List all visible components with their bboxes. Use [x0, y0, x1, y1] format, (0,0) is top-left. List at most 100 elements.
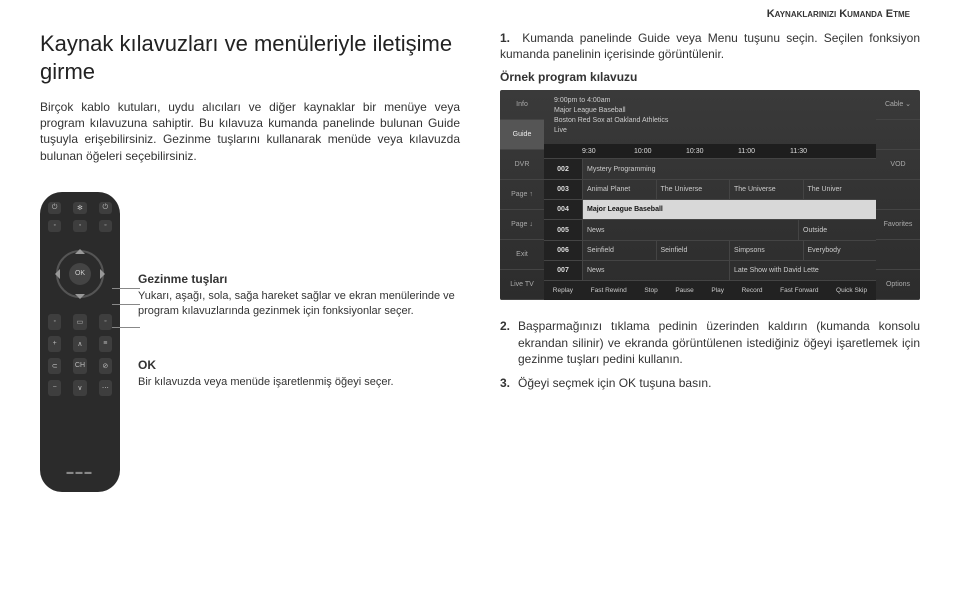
- guide-cell: Late Show with David Lette: [729, 261, 876, 280]
- remote-btn: ⊘: [99, 358, 112, 374]
- remote-top-btn: ⏻: [48, 202, 61, 214]
- guide-channel: 003: [544, 180, 582, 199]
- remote-top-btn: ⏻: [99, 202, 112, 214]
- guide-cell: The Universe: [729, 180, 803, 199]
- guide-cell: Outside: [798, 220, 876, 239]
- footer-btn: Pause: [675, 287, 693, 295]
- intro-paragraph: Birçok kablo kutuları, uydu alıcıları ve…: [40, 99, 460, 164]
- footer-btn: Stop: [644, 287, 657, 295]
- guide-time: 10:00: [634, 148, 686, 155]
- guide-menu-item: [876, 240, 920, 270]
- arrow-left-icon: [50, 269, 60, 279]
- remote-btn: ◦: [48, 220, 61, 232]
- remote-btn: ◦: [73, 220, 86, 232]
- step-2: 2. Başparmağınızı tıklama pedinin üzerin…: [500, 318, 920, 367]
- remote-btn: ⋯: [99, 380, 112, 396]
- guide-menu-item: Live TV: [500, 270, 544, 300]
- guide-info-panel: 9:00pm to 4:00am Major League Baseball B…: [544, 90, 876, 144]
- guide-main: 9:00pm to 4:00am Major League Baseball B…: [544, 90, 876, 300]
- step-1: 1. Kumanda panelinde Guide veya Menu tuş…: [500, 30, 920, 62]
- guide-menu-item: Exit: [500, 240, 544, 270]
- guide-menu-item: VOD: [876, 150, 920, 180]
- remote-btn: +: [48, 336, 61, 352]
- remote-illustration: ⏻ ✻ ⏻ ◦ ◦ ◦ OK ◦: [40, 192, 120, 492]
- guide-menu-item: Page ↑: [500, 180, 544, 210]
- guide-channel: 004: [544, 200, 582, 219]
- remote-btn: ◦: [48, 314, 61, 330]
- guide-row: 003 Animal Planet The Universe The Unive…: [544, 179, 876, 199]
- guide-cell: Simpsons: [729, 241, 803, 260]
- ok-callout-desc: Bir kılavuzda veya menüde işaretlenmiş ö…: [138, 375, 460, 390]
- remote-btn: ◦: [99, 220, 112, 232]
- step-text: Kumanda panelinde Guide veya Menu tuşunu…: [500, 31, 920, 61]
- section-header: Kaynaklarınızı Kumanda Etme: [40, 8, 920, 20]
- remote-btn: ≡: [99, 336, 112, 352]
- guide-row: 002 Mystery Programming: [544, 158, 876, 178]
- guide-info-line: Live: [554, 126, 866, 136]
- guide-cell: Animal Planet: [582, 180, 656, 199]
- remote-btn: −: [48, 380, 61, 396]
- guide-cell: Seinfield: [582, 241, 656, 260]
- guide-info-line: Boston Red Sox at Oakland Athletics: [554, 116, 866, 126]
- footer-btn: Play: [711, 287, 724, 295]
- guide-grid: 002 Mystery Programming 003 Animal Plane…: [544, 158, 876, 280]
- page-title: Kaynak kılavuzları ve menüleriyle iletiş…: [40, 30, 460, 85]
- guide-channel: 005: [544, 220, 582, 239]
- guide-cell-selected: Major League Baseball: [582, 200, 876, 219]
- steps-continued: 2. Başparmağınızı tıklama pedinin üzerin…: [500, 318, 920, 391]
- remote-btn: ◦: [99, 314, 112, 330]
- remote-btn: CH: [73, 358, 86, 374]
- guide-menu-item: [876, 180, 920, 210]
- guide-cell: Seinfield: [656, 241, 730, 260]
- guide-time: 9:30: [582, 148, 634, 155]
- guide-info-line: Major League Baseball: [554, 106, 866, 116]
- step-number: 1.: [500, 31, 516, 45]
- guide-menu-item: Cable ⌄: [876, 90, 920, 120]
- guide-footer: Replay Fast Rewind Stop Pause Play Recor…: [544, 280, 876, 300]
- page-columns: Kaynak kılavuzları ve menüleriyle iletiş…: [40, 30, 920, 492]
- remote-btn: ⊂: [48, 358, 61, 374]
- guide-left-menu: Info Guide DVR Page ↑ Page ↓ Exit Live T…: [500, 90, 544, 300]
- guide-right-menu: Cable ⌄ VOD Favorites Options: [876, 90, 920, 300]
- guide-menu-item: Options: [876, 270, 920, 300]
- left-column: Kaynak kılavuzları ve menüleriyle iletiş…: [40, 30, 460, 492]
- nav-callout-title: Gezinme tuşları: [138, 272, 460, 286]
- remote-ok-button: OK: [69, 263, 91, 285]
- footer-btn: Record: [742, 287, 763, 295]
- footer-btn: Quick Skip: [836, 287, 867, 295]
- guide-cell: News: [582, 220, 798, 239]
- guide-channel: 007: [544, 261, 582, 280]
- footer-btn: Fast Forward: [780, 287, 818, 295]
- footer-btn: Fast Rewind: [591, 287, 627, 295]
- guide-row: 005 News Outside: [544, 219, 876, 239]
- remote-top-btn: ✻: [73, 202, 86, 214]
- footer-btn: Replay: [553, 287, 573, 295]
- remote-btn: ∧: [73, 336, 86, 352]
- remote-section: ⏻ ✻ ⏻ ◦ ◦ ◦ OK ◦: [40, 192, 460, 492]
- right-column: 1. Kumanda panelinde Guide veya Menu tuş…: [500, 30, 920, 492]
- guide-cell: News: [582, 261, 729, 280]
- guide-row: 006 Seinfield Seinfield Simpsons Everybo…: [544, 240, 876, 260]
- sample-guide-label: Örnek program kılavuzu: [500, 70, 920, 84]
- guide-row: 007 News Late Show with David Lette: [544, 260, 876, 280]
- guide-cell: Mystery Programming: [582, 159, 876, 178]
- guide-row-highlight: 004 Major League Baseball: [544, 199, 876, 219]
- guide-cell: Everybody: [803, 241, 877, 260]
- remote-btn: ▭: [73, 314, 86, 330]
- guide-time: 10:30: [686, 148, 738, 155]
- guide-time: 11:30: [790, 148, 842, 155]
- arrow-up-icon: [75, 244, 85, 254]
- guide-time-row: 9:30 10:00 10:30 11:00 11:30: [544, 144, 876, 158]
- sample-guide-screenshot: Info Guide DVR Page ↑ Page ↓ Exit Live T…: [500, 90, 920, 300]
- guide-menu-item: Favorites: [876, 210, 920, 240]
- guide-time: 11:00: [738, 148, 790, 155]
- guide-menu-item: Page ↓: [500, 210, 544, 240]
- arrow-right-icon: [100, 269, 110, 279]
- remote-brand: ▬▬▬: [67, 469, 94, 476]
- guide-menu-item: [876, 120, 920, 150]
- step-number: 3.: [500, 375, 518, 391]
- remote-btn: ∨: [73, 380, 86, 396]
- ok-callout: OK Bir kılavuzda veya menüde işaretlenmi…: [138, 358, 460, 390]
- guide-channel: 002: [544, 159, 582, 178]
- guide-info-line: 9:00pm to 4:00am: [554, 96, 866, 106]
